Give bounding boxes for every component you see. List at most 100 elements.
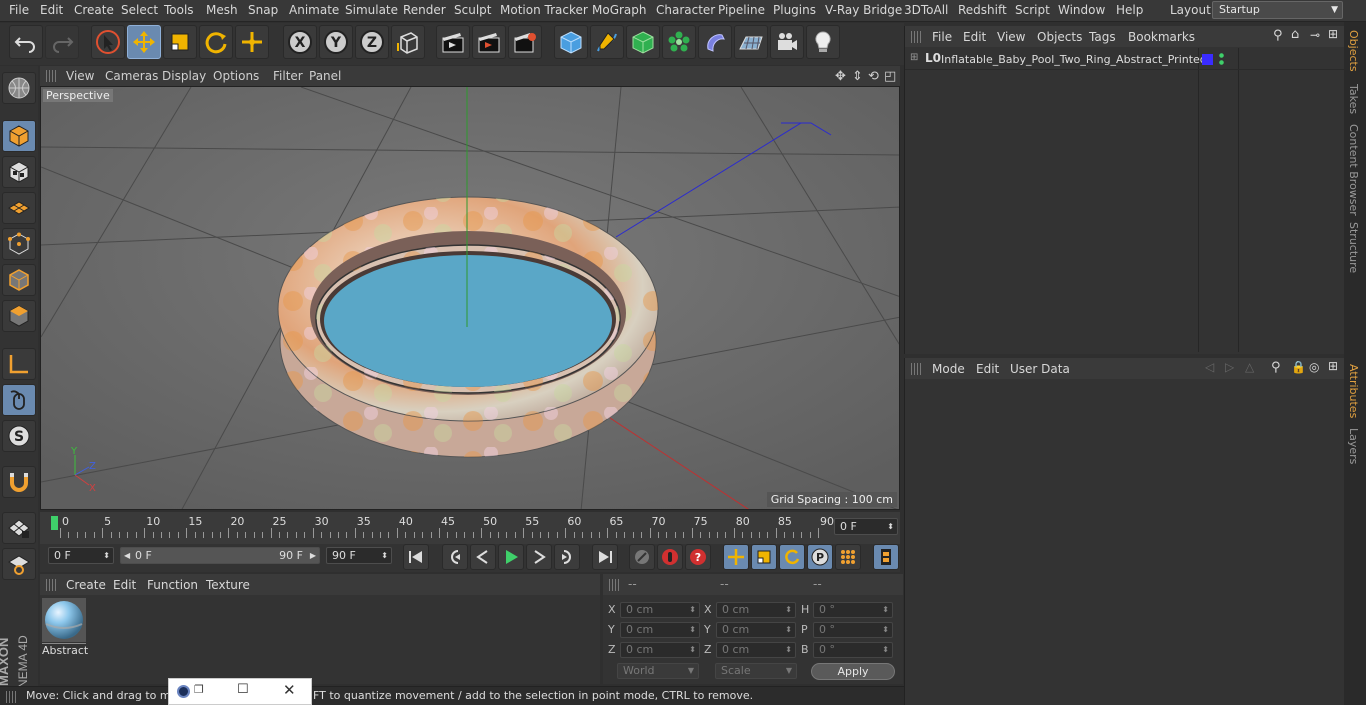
render-view-button[interactable] xyxy=(436,25,470,59)
layer-color-swatch[interactable] xyxy=(1202,54,1213,65)
new-panel-icon[interactable]: ⊞ xyxy=(1328,359,1338,373)
attribute-menu-mode[interactable]: Mode xyxy=(932,362,965,376)
key-rotation-button[interactable] xyxy=(779,544,805,570)
coordinate-value-field[interactable]: 0 cm ⬍ xyxy=(716,622,796,638)
floating-window-titlebar[interactable]: ❐ ☐ ✕ xyxy=(168,678,312,705)
menu-vray-bridge[interactable]: V-Ray Bridge xyxy=(825,3,902,17)
layout-select[interactable]: Startup ▼ xyxy=(1212,1,1343,19)
tab-takes[interactable]: Takes xyxy=(1347,84,1360,114)
rotate-tool-button[interactable] xyxy=(199,25,233,59)
new-panel-icon[interactable]: ⊞ xyxy=(1328,27,1338,41)
polygons-mode-button[interactable] xyxy=(2,300,36,332)
tab-structure[interactable]: Structure xyxy=(1347,222,1360,273)
object-menu-objects[interactable]: Objects xyxy=(1037,30,1082,44)
move-tool-button[interactable] xyxy=(127,25,161,59)
3d-viewport[interactable]: Y Z X Perspective Grid Spacing : 100 cm xyxy=(40,86,900,510)
cube-object-button[interactable] xyxy=(554,25,588,59)
viewport-menu-view[interactable]: View xyxy=(66,69,94,83)
coordinate-mode-select[interactable]: Scale ▼ xyxy=(715,663,797,679)
expand-icon[interactable]: ⊞ xyxy=(910,52,918,63)
pan-view-icon[interactable]: ✥ xyxy=(835,69,846,84)
grid-lock-button[interactable] xyxy=(2,512,36,544)
menu-select[interactable]: Select xyxy=(121,3,158,17)
tab-layers[interactable]: Layers xyxy=(1347,428,1360,464)
menu-file[interactable]: File xyxy=(9,3,29,17)
coordinate-value-field[interactable]: 0 ° ⬍ xyxy=(813,602,893,618)
transform-tool-button[interactable] xyxy=(235,25,269,59)
solo-button[interactable]: S xyxy=(2,420,36,452)
previous-key-button[interactable] xyxy=(442,544,468,570)
menu-render[interactable]: Render xyxy=(403,3,446,17)
snap-button[interactable] xyxy=(2,466,36,498)
maximize-view-icon[interactable]: ◰ xyxy=(884,69,896,84)
key-scale-button[interactable] xyxy=(751,544,777,570)
maximize-window-icon[interactable]: ☐ xyxy=(237,682,249,697)
pen-spline-button[interactable] xyxy=(590,25,624,59)
material-menu-create[interactable]: Create xyxy=(66,578,106,592)
play-button[interactable] xyxy=(498,544,524,570)
coordinate-value-field[interactable]: 0 cm ⬍ xyxy=(620,602,700,618)
menu-simulate[interactable]: Simulate xyxy=(345,3,398,17)
tab-content-browser[interactable]: Content Browser xyxy=(1347,124,1360,216)
menu-help[interactable]: Help xyxy=(1116,3,1143,17)
timeline-button[interactable] xyxy=(873,544,899,570)
autokeying-button[interactable] xyxy=(657,544,683,570)
keyframe-selection-button[interactable]: ? xyxy=(685,544,711,570)
locked-workplane-button[interactable] xyxy=(2,548,36,580)
redo-button[interactable] xyxy=(45,25,79,59)
next-frame-button[interactable] xyxy=(526,544,552,570)
start-frame-field[interactable]: 0 F ⬍ xyxy=(48,547,114,564)
object-menu-bookmarks[interactable]: Bookmarks xyxy=(1128,30,1195,44)
link-icon[interactable]: ⊸ xyxy=(1310,28,1320,42)
scale-tool-button[interactable] xyxy=(163,25,197,59)
attribute-menu-edit[interactable]: Edit xyxy=(976,362,999,376)
menu-mesh[interactable]: Mesh xyxy=(206,3,238,17)
record-keys-button[interactable] xyxy=(629,544,655,570)
visibility-dots-icon[interactable] xyxy=(1219,52,1224,66)
model-mode-button[interactable] xyxy=(2,120,36,152)
deformer-button[interactable] xyxy=(698,25,732,59)
search-icon[interactable]: ⚲ xyxy=(1271,360,1281,375)
inflatable-pool-object[interactable] xyxy=(277,196,659,458)
viewport-menu-cameras[interactable]: Cameras xyxy=(105,69,158,83)
menu-mograph[interactable]: MoGraph xyxy=(592,3,647,17)
home-icon[interactable]: ⌂ xyxy=(1291,27,1299,42)
material-menu-texture[interactable]: Texture xyxy=(206,578,250,592)
z-axis-lock-button[interactable]: Z xyxy=(355,25,389,59)
camera-button[interactable] xyxy=(770,25,804,59)
tweak-mode-button[interactable] xyxy=(2,384,36,416)
object-menu-file[interactable]: File xyxy=(932,30,952,44)
key-position-button[interactable] xyxy=(723,544,749,570)
menu-animate[interactable]: Animate xyxy=(289,3,339,17)
end-frame-field[interactable]: 90 F ⬍ xyxy=(326,547,392,564)
key-pla-button[interactable] xyxy=(835,544,861,570)
go-to-end-button[interactable] xyxy=(592,544,618,570)
previous-frame-button[interactable] xyxy=(470,544,496,570)
subdivision-surface-button[interactable] xyxy=(626,25,660,59)
coordinate-space-select[interactable]: World ▼ xyxy=(617,663,699,679)
coordinate-system-button[interactable] xyxy=(391,25,425,59)
playhead-marker[interactable] xyxy=(51,516,58,530)
current-frame-field[interactable]: 0 F ⬍ xyxy=(834,518,898,535)
coordinate-value-field[interactable]: 0 cm ⬍ xyxy=(716,602,796,618)
axis-mode-button[interactable] xyxy=(2,348,36,380)
menu-motion-tracker[interactable]: Motion Tracker xyxy=(500,3,588,17)
menu-tools[interactable]: Tools xyxy=(164,3,194,17)
timeline-ruler[interactable]: 0 5 10 15 20 25 30 35 40 45 50 55 60 65 70 75 80 85 90 0 F… xyxy=(40,512,900,544)
coordinate-value-field[interactable]: 0 cm ⬍ xyxy=(620,622,700,638)
frame-range-slider[interactable]: ◀ 0 F 90 F ▶ xyxy=(120,547,320,564)
object-menu-edit[interactable]: Edit xyxy=(963,30,986,44)
texture-mode-button[interactable] xyxy=(2,156,36,188)
settings-icon[interactable]: ◎ xyxy=(1309,360,1319,374)
menu-edit[interactable]: Edit xyxy=(40,3,63,17)
render-settings-button[interactable] xyxy=(508,25,542,59)
tab-attributes[interactable]: Attributes xyxy=(1347,364,1360,418)
cloner-button[interactable] xyxy=(662,25,696,59)
edges-mode-button[interactable] xyxy=(2,264,36,296)
tab-objects[interactable]: Objects xyxy=(1347,30,1360,72)
viewport-menu-panel[interactable]: Panel xyxy=(309,69,341,83)
object-menu-view[interactable]: View xyxy=(997,30,1025,44)
material-swatch[interactable]: Abstract xyxy=(42,598,88,657)
back-arrow-icon[interactable]: ◁ xyxy=(1205,360,1214,374)
menu-3dtoall[interactable]: 3DToAll xyxy=(904,3,948,17)
